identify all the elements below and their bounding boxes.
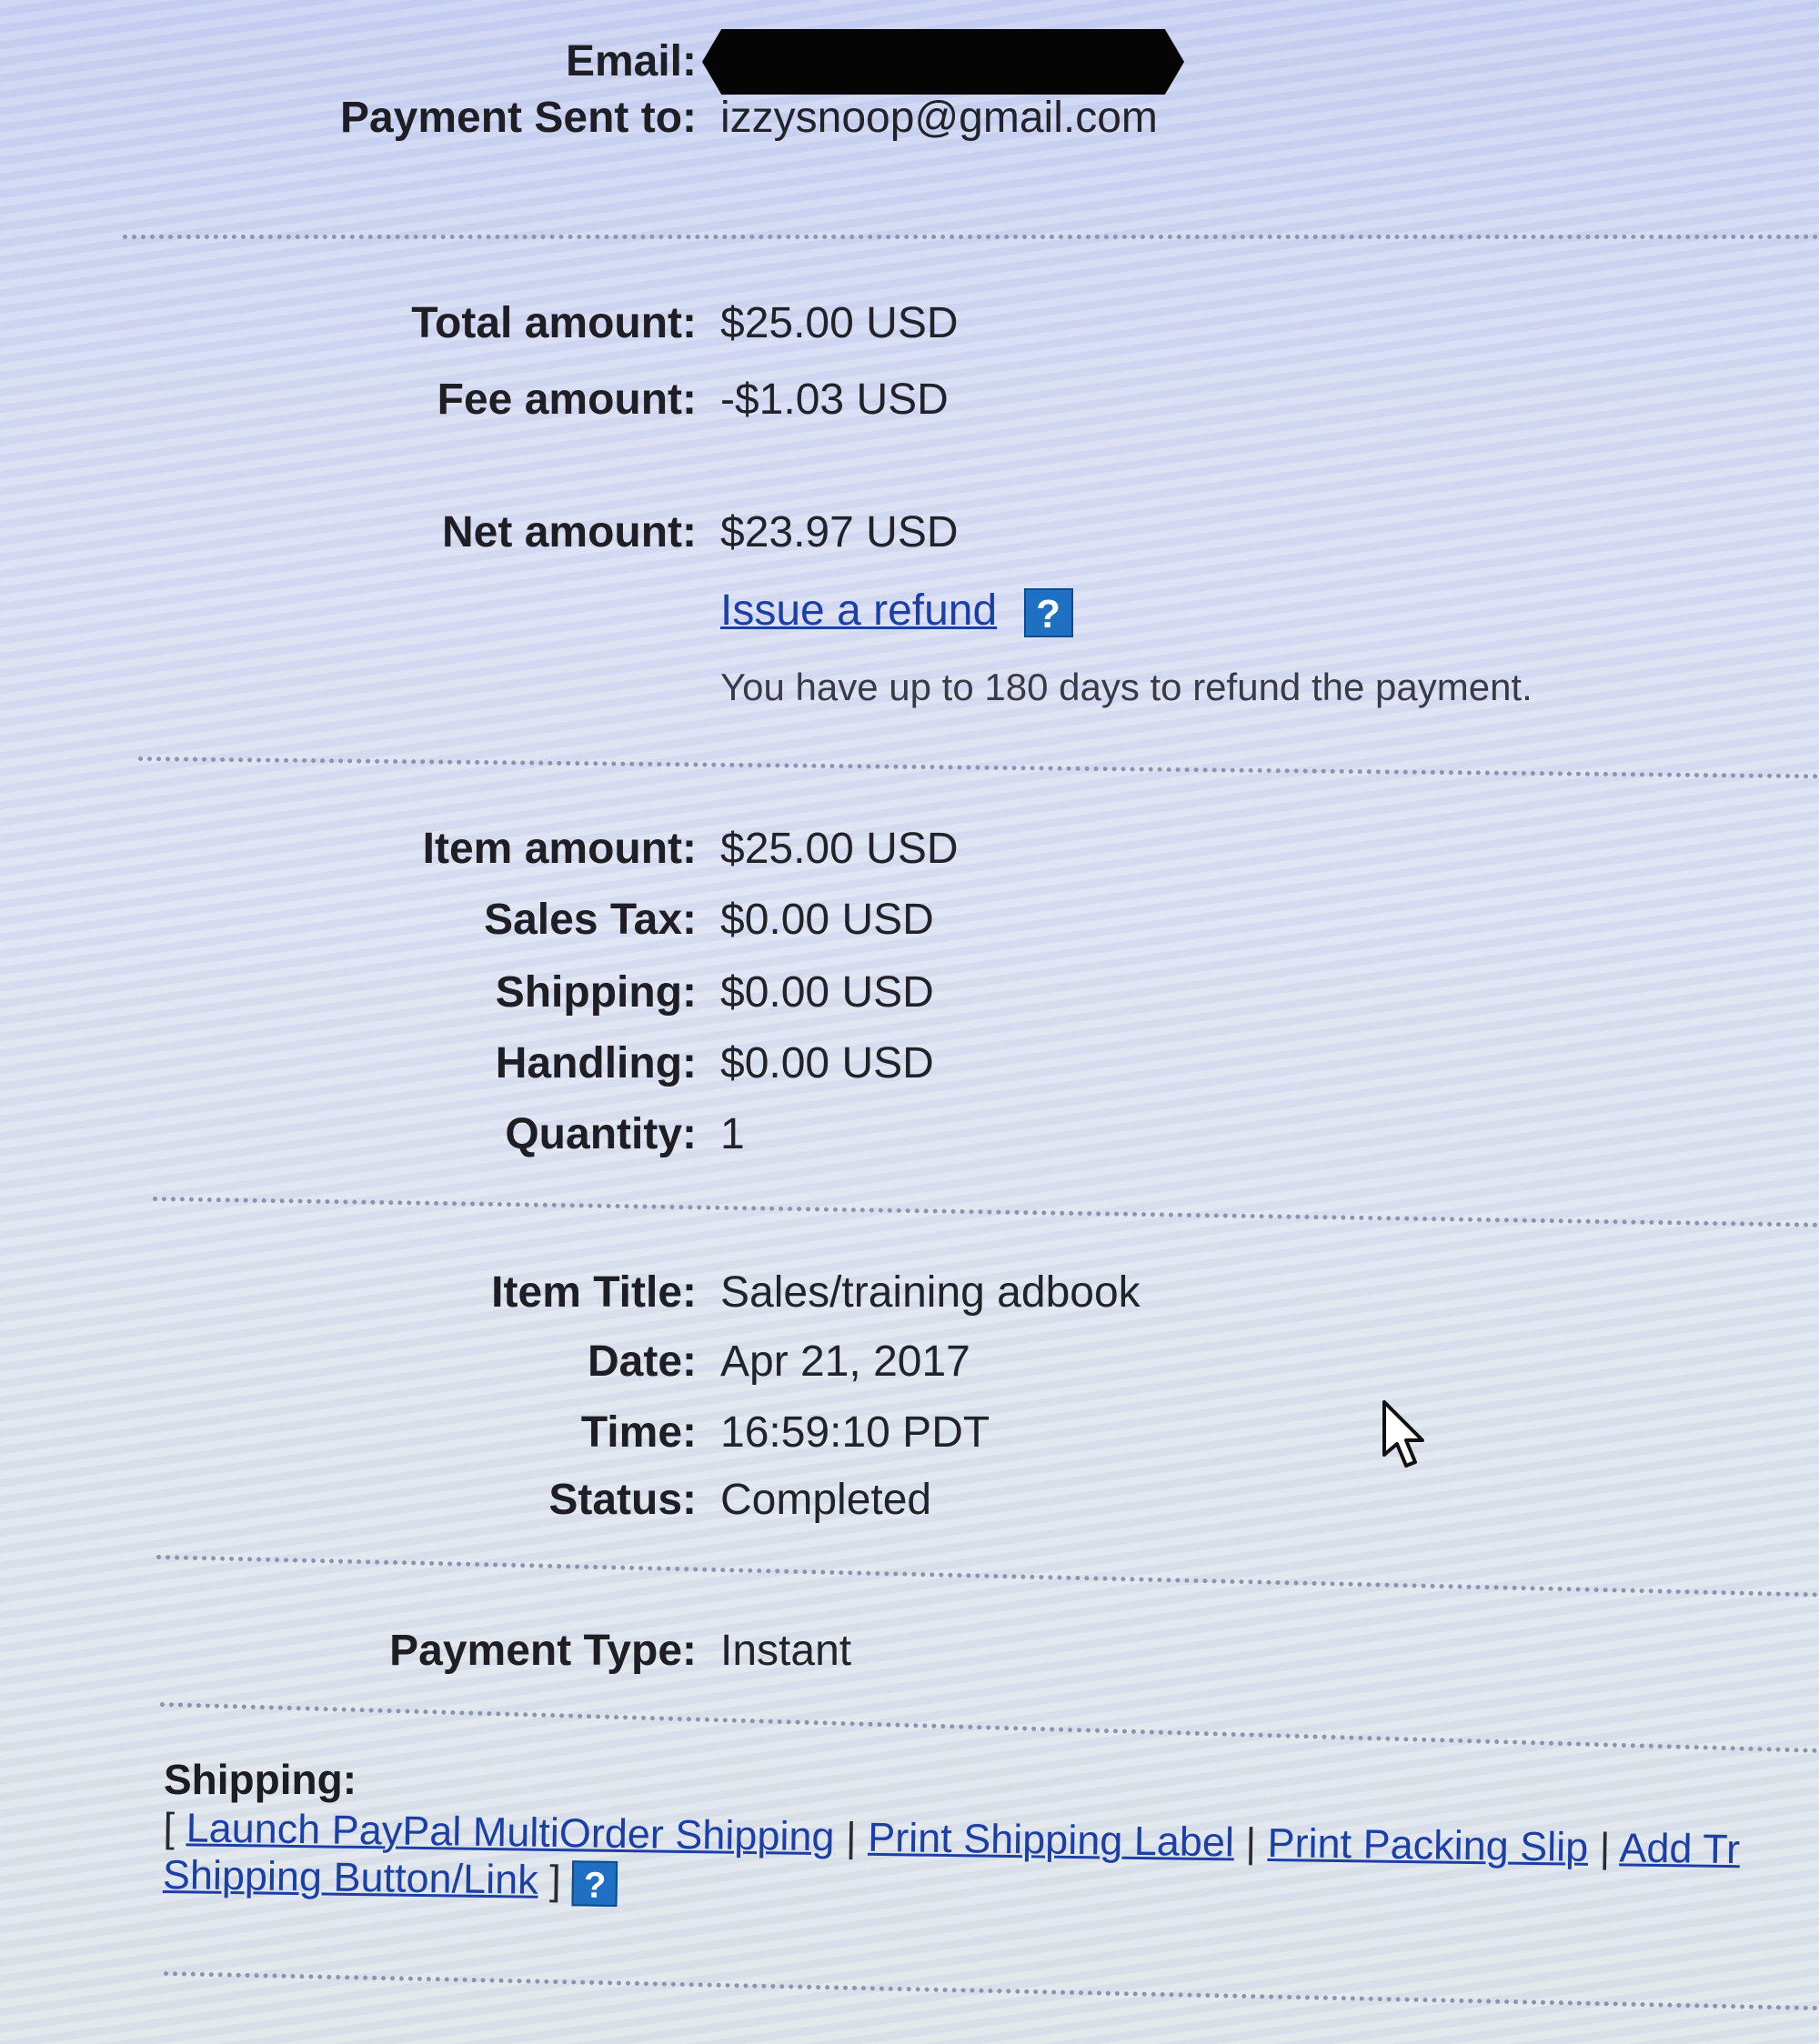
sales-tax-label: Sales Tax: [484,896,697,944]
shipping-value: $0.00 USD [720,968,934,1017]
email-redaction-bar [702,29,1184,95]
refund-note: You have up to 180 days to refund the pa… [720,666,1533,708]
item-amount-label: Item amount: [422,825,697,873]
shipping-label: Shipping: [495,968,697,1017]
handling-value: $0.00 USD [720,1039,934,1087]
date-row: Date: Apr 21, 2017 [0,1335,1819,1389]
print-packing-slip-link[interactable]: Print Packing Slip [1267,1819,1588,1870]
payment-type-value: Instant [720,1627,852,1675]
link-separator: | [1233,1819,1268,1866]
issue-refund-link[interactable]: Issue a refund [720,586,997,635]
refund-row: Issue a refund ? [720,582,1073,640]
sales-tax-value: $0.00 USD [720,896,934,944]
item-amount-row: Item amount: $25.00 USD [0,822,1819,877]
quantity-label: Quantity: [505,1110,697,1158]
payment-details-page: Email: Payment Sent to: izzysnoop@gmail.… [0,0,1819,2044]
handling-label: Handling: [495,1039,697,1087]
date-label: Date: [587,1338,697,1386]
quantity-value: 1 [720,1110,745,1158]
total-amount-label: Total amount: [411,299,697,347]
add-tracking-link[interactable]: Add Tr [1619,1824,1740,1872]
separator [156,1555,1819,1598]
date-value: Apr 21, 2017 [720,1338,970,1386]
mouse-cursor-icon [1382,1400,1424,1468]
fee-amount-value: -$1.03 USD [720,376,949,424]
item-amount-value: $25.00 USD [720,825,959,873]
sent-to-value: izzysnoop@gmail.com [720,94,1158,142]
launch-multiorder-shipping-link[interactable]: Launch PayPal MultiOrder Shipping [186,1804,835,1859]
shipping-section-title: Shipping: [164,1756,357,1803]
link-separator: | [834,1813,869,1860]
net-amount-value: $23.97 USD [720,508,959,556]
name-row-partial [0,0,1819,27]
quantity-row: Quantity: 1 [0,1107,1819,1162]
status-label: Status: [548,1476,697,1524]
net-amount-label: Net amount: [442,508,697,556]
time-value: 16:59:10 PDT [720,1408,990,1457]
fee-amount-label: Fee amount: [437,376,697,424]
help-icon[interactable]: ? [571,1860,618,1908]
separator [137,756,1819,779]
net-amount-row: Net amount: $23.97 USD [0,506,1819,560]
item-title-row: Item Title: Sales/training adbook [0,1266,1819,1320]
total-amount-row: Total amount: $25.00 USD [0,296,1819,351]
shipping-links: [ Launch PayPal MultiOrder Shipping | Pr… [162,1804,1819,1945]
item-title-value: Sales/training adbook [720,1268,1141,1317]
payment-type-label: Payment Type: [389,1627,697,1675]
sent-to-label: Payment Sent to: [339,94,697,142]
shipping-row: Shipping: $0.00 USD [0,966,1819,1020]
separator [123,235,1819,239]
link-separator: | [1587,1823,1620,1871]
item-title-label: Item Title: [491,1268,697,1317]
open-bracket: [ [163,1804,187,1851]
sent-to-row: Payment Sent to: izzysnoop@gmail.com [0,91,1819,145]
fee-amount-row: Fee amount: -$1.03 USD [0,373,1819,427]
time-label: Time: [580,1408,697,1457]
status-value: Completed [720,1476,932,1524]
email-row: Email: [0,29,1819,95]
sales-tax-row: Sales Tax: $0.00 USD [0,893,1819,947]
payment-type-row: Payment Type: Instant [0,1624,1819,1678]
status-row: Status: Completed [0,1473,1819,1528]
time-row: Time: 16:59:10 PDT [0,1406,1819,1460]
handling-row: Handling: $0.00 USD [0,1037,1819,1091]
separator [163,1971,1819,2011]
separator [159,1702,1819,1753]
help-icon[interactable]: ? [1023,588,1073,638]
print-shipping-label-link[interactable]: Print Shipping Label [868,1814,1234,1866]
close-bracket: ] [538,1856,573,1904]
email-label: Email: [565,37,697,85]
shipping-button-link[interactable]: Shipping Button/Link [163,1851,538,1903]
separator [152,1197,1819,1227]
total-amount-value: $25.00 USD [720,299,959,347]
